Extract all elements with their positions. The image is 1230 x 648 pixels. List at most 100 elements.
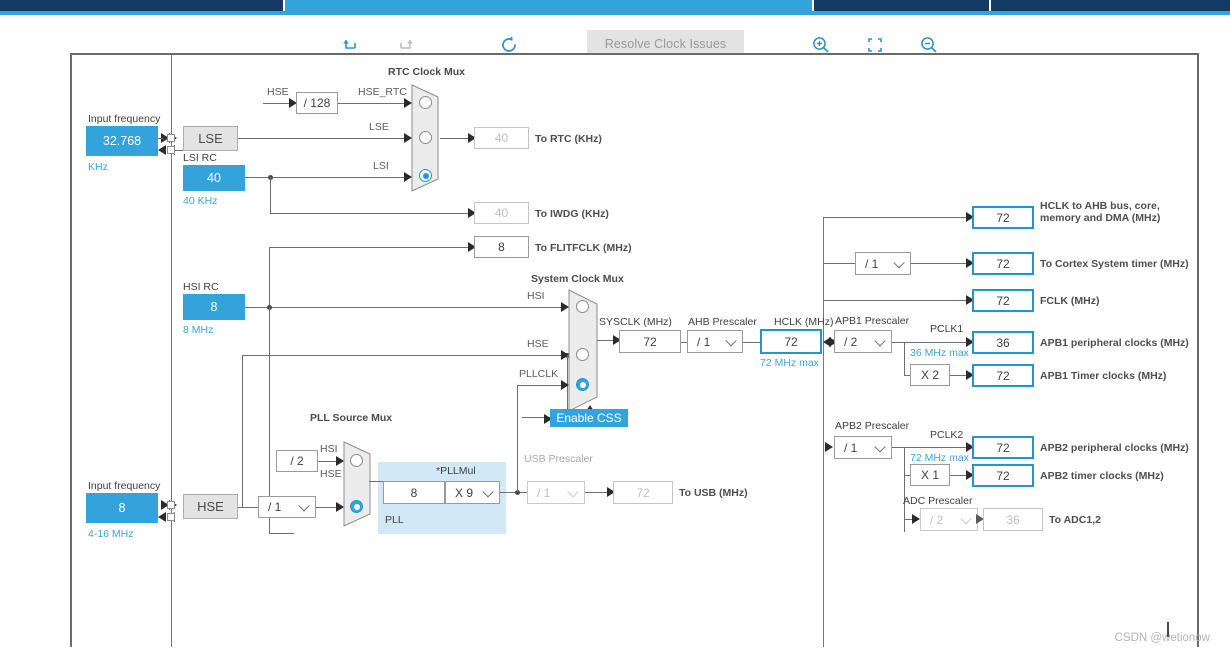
- lsi-to-iwdg-wire: [270, 213, 474, 214]
- lsi-title: LSI RC: [183, 152, 217, 164]
- adc-value: 36: [983, 508, 1043, 531]
- sysmux-option-pllclk[interactable]: [576, 378, 589, 391]
- pllsrc-out-wire: [369, 481, 383, 482]
- tab-strip-segment-2-active[interactable]: [284, 0, 813, 11]
- lse-in-wire: [158, 138, 164, 139]
- apb2-peripheral-value: 72: [972, 436, 1034, 459]
- pllmul-title: *PLLMul: [436, 465, 476, 477]
- system-clock-mux-title: System Clock Mux: [531, 273, 624, 285]
- apb2-prescaler-value: / 1: [844, 440, 858, 455]
- chevron-down-icon: [725, 334, 737, 346]
- pll-to-sysmux-h: [517, 385, 567, 386]
- hse-oscillator-box[interactable]: HSE: [183, 494, 238, 519]
- lse-in-pin: [167, 134, 175, 142]
- lse-unit-label: KHz: [88, 161, 108, 173]
- clock-tree-diagram: Input frequency 32.768 KHz LSE LSI RC 40…: [70, 53, 1199, 647]
- rtc-mux-label-lse: LSE: [369, 121, 389, 133]
- to-iwdg-label: To IWDG (KHz): [535, 208, 609, 220]
- apb2-prescaler-select[interactable]: / 1: [834, 436, 892, 459]
- pllsrc-label-hse: HSE: [320, 468, 342, 480]
- pll-source-mux-title: PLL Source Mux: [310, 412, 393, 424]
- sysmux-label-pllclk: PLLCLK: [519, 368, 559, 380]
- lsi-branch-down: [270, 177, 271, 214]
- hse-out-pin: [167, 513, 175, 521]
- lse-oscillator-box[interactable]: LSE: [183, 126, 238, 151]
- hclk-ahb-bus-label: HCLK to AHB bus, core, memory and DMA (M…: [1040, 200, 1161, 224]
- hclk-ahb-bus-value: 72: [972, 206, 1034, 229]
- hse-riser: [242, 355, 243, 507]
- pll-up-to-sysmux: [517, 385, 518, 492]
- hse-prescaler-select[interactable]: / 1: [258, 496, 316, 518]
- toolbar: Resolve Clock Issues: [0, 15, 1230, 57]
- tab-strip-segment-3[interactable]: [814, 0, 990, 11]
- apb2-max-note: 72 MHz max: [910, 452, 969, 464]
- hse-input-frequency-value[interactable]: 8: [86, 493, 158, 523]
- apb2-in-arrow: [825, 442, 833, 452]
- apb2-prescaler-title: APB2 Prescaler: [835, 420, 910, 432]
- adc-prescaler-select[interactable]: / 2: [920, 508, 978, 531]
- fit-to-screen-icon: [868, 38, 882, 52]
- rtc-mux-option-hse-rtc[interactable]: [419, 96, 432, 109]
- rtc-clock-mux-title: RTC Clock Mux: [388, 66, 466, 78]
- fclk-value: 72: [972, 289, 1034, 312]
- hse-rtc-output-label: HSE_RTC: [358, 86, 407, 98]
- hclk-value[interactable]: 72: [760, 329, 822, 354]
- hclk-title: HCLK (MHz): [774, 316, 834, 328]
- enable-css-button[interactable]: Enable CSS: [550, 409, 628, 427]
- chevron-down-icon: [960, 512, 972, 524]
- pclk2-label: PCLK2: [930, 429, 964, 441]
- pllmul-value: X 9: [455, 485, 474, 500]
- sysmux-option-hse[interactable]: [576, 348, 589, 361]
- tab-strip-segment-1[interactable]: [0, 0, 283, 11]
- sysmux-option-hsi[interactable]: [576, 300, 589, 313]
- apb1-prescaler-title: APB1 Prescaler: [835, 315, 910, 327]
- hsi-to-sysmux-wire: [245, 307, 567, 308]
- pllsrc-label-hsi: HSI: [320, 443, 338, 455]
- pllmul-select[interactable]: X 9: [445, 481, 500, 504]
- lsi-range: 40 KHz: [183, 195, 218, 207]
- tab-strip-segment-4[interactable]: [991, 0, 1230, 11]
- hse-input-frequency-label: Input frequency: [88, 480, 161, 492]
- cortex-timer-label: To Cortex System timer (MHz): [1040, 258, 1189, 270]
- cortex-presc-in-wire: [824, 263, 857, 264]
- undo-arrow-icon: [343, 40, 356, 49]
- chevron-down-icon: [874, 440, 886, 452]
- hsi-to-pllsrc-h: [269, 533, 294, 534]
- apb1-timer-branch-v: [904, 342, 905, 375]
- pll-input-value: 8: [383, 481, 445, 504]
- apb1-max-note: 36 MHz max: [910, 347, 969, 359]
- usb-prescaler-select[interactable]: / 1: [527, 481, 585, 504]
- lse-input-frequency-value[interactable]: 32.768: [86, 126, 158, 156]
- ahb-prescaler-title: AHB Prescaler: [688, 316, 757, 328]
- to-flitfclk-value: 8: [474, 236, 529, 258]
- lse-out-pin: [167, 146, 175, 154]
- sysclk-value: 72: [619, 330, 681, 353]
- apb1-prescaler-select[interactable]: / 2: [834, 330, 892, 353]
- cortex-prescaler-select[interactable]: / 1: [855, 252, 911, 275]
- hclk-max-note: 72 MHz max: [760, 357, 819, 369]
- ahb-out-wire-1: [824, 217, 972, 218]
- adc-in-arrow: [912, 514, 920, 524]
- to-iwdg-value: 40: [474, 202, 529, 224]
- to-usb-value: 72: [613, 481, 673, 504]
- to-flitfclk-label: To FLITFCLK (MHz): [535, 242, 632, 254]
- clock-configuration-screen: Resolve Clock Issues Input frequency 32.…: [0, 0, 1230, 648]
- hsi-value[interactable]: 8: [183, 294, 245, 320]
- top-tab-strip: [0, 0, 1230, 11]
- fclk-wire: [824, 300, 972, 301]
- usb-prescaler-title: USB Prescaler: [524, 453, 593, 465]
- to-rtc-value: 40: [474, 127, 529, 149]
- rtc-mux-option-lse[interactable]: [419, 131, 432, 144]
- pllsrc-option-hse[interactable]: [350, 500, 363, 513]
- ahb-prescaler-select[interactable]: / 1: [687, 330, 743, 353]
- hsi-title: HSI RC: [183, 281, 219, 293]
- rtc-mux-option-lsi[interactable]: [419, 169, 432, 182]
- to-usb-label: To USB (MHz): [679, 487, 748, 499]
- pllsrc-option-hsi[interactable]: [350, 454, 363, 467]
- to-rtc-label: To RTC (KHz): [535, 133, 602, 145]
- chevron-down-icon: [482, 485, 494, 497]
- apb2-peripheral-label: APB2 peripheral clocks (MHz): [1040, 442, 1189, 454]
- chevron-down-icon: [893, 256, 905, 268]
- apb1-timer-multiplier: X 2: [910, 364, 950, 386]
- apb2-timer-multiplier: X 1: [910, 464, 950, 486]
